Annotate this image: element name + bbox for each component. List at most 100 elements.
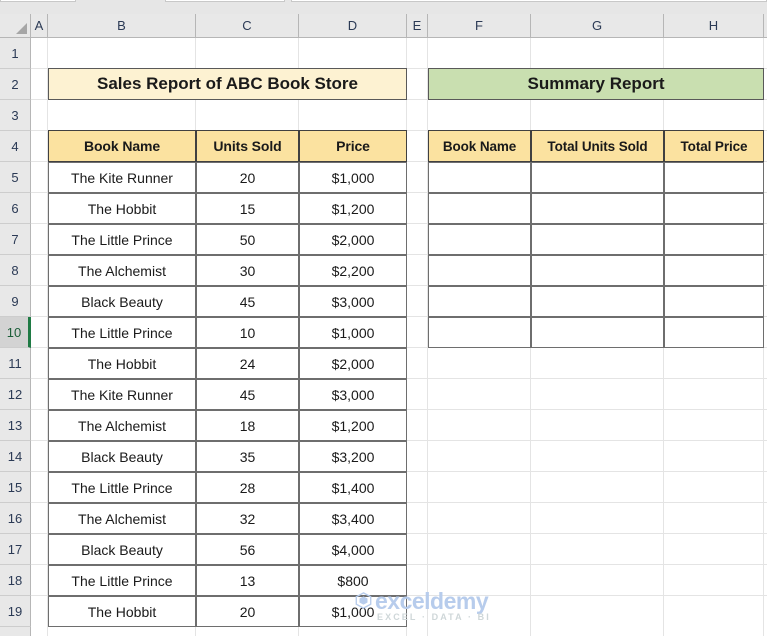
sales-cell-book[interactable]: The Hobbit — [48, 348, 196, 379]
summary-cell-book[interactable] — [428, 224, 531, 255]
summary-header-book-name[interactable]: Book Name — [428, 130, 531, 162]
summary-cell-book[interactable] — [428, 286, 531, 317]
summary-cell-book[interactable] — [428, 317, 531, 348]
sales-cell-units[interactable]: 28 — [196, 472, 299, 503]
sales-cell-book[interactable]: The Kite Runner — [48, 162, 196, 193]
column-header-f[interactable]: F — [428, 14, 531, 38]
sales-header-book-name[interactable]: Book Name — [48, 130, 196, 162]
sales-cell-price[interactable]: $3,000 — [299, 379, 407, 410]
sales-cell-price[interactable]: $1,000 — [299, 317, 407, 348]
sales-cell-price[interactable]: $2,000 — [299, 348, 407, 379]
sales-cell-price[interactable]: $3,000 — [299, 286, 407, 317]
sales-cell-price[interactable]: $3,400 — [299, 503, 407, 534]
column-header-d[interactable]: D — [299, 14, 407, 38]
column-header-b[interactable]: B — [48, 14, 196, 38]
sales-cell-price[interactable]: $3,200 — [299, 441, 407, 472]
sales-cell-units[interactable]: 30 — [196, 255, 299, 286]
row-header-8[interactable]: 8 — [0, 255, 31, 286]
row-header-3[interactable]: 3 — [0, 100, 31, 131]
row-header-2[interactable]: 2 — [0, 69, 31, 100]
row-header-4[interactable]: 4 — [0, 131, 31, 162]
sales-cell-units[interactable]: 45 — [196, 286, 299, 317]
formula-bar-remnant-left[interactable] — [165, 0, 285, 2]
sales-cell-units[interactable]: 56 — [196, 534, 299, 565]
summary-cell-price[interactable] — [664, 286, 764, 317]
summary-cell-units[interactable] — [531, 255, 664, 286]
sales-cell-book[interactable]: The Little Prince — [48, 565, 196, 596]
sales-cell-book[interactable]: The Kite Runner — [48, 379, 196, 410]
summary-cell-units[interactable] — [531, 317, 664, 348]
summary-header-total-units-sold[interactable]: Total Units Sold — [531, 130, 664, 162]
row-header-13[interactable]: 13 — [0, 410, 31, 441]
summary-cell-units[interactable] — [531, 162, 664, 193]
sales-report-title[interactable]: Sales Report of ABC Book Store — [48, 68, 407, 100]
summary-cell-units[interactable] — [531, 193, 664, 224]
sales-cell-price[interactable]: $2,200 — [299, 255, 407, 286]
row-header-7[interactable]: 7 — [0, 224, 31, 255]
sales-cell-book[interactable]: The Hobbit — [48, 193, 196, 224]
row-header-19[interactable]: 19 — [0, 596, 31, 627]
sales-cell-units[interactable]: 20 — [196, 162, 299, 193]
select-all-corner[interactable] — [0, 14, 31, 38]
sales-cell-price[interactable]: $1,400 — [299, 472, 407, 503]
sales-cell-book[interactable]: Black Beauty — [48, 286, 196, 317]
column-header-c[interactable]: C — [196, 14, 299, 38]
sales-cell-units[interactable]: 45 — [196, 379, 299, 410]
sales-cell-price[interactable]: $1,200 — [299, 193, 407, 224]
sales-cell-book[interactable]: The Little Prince — [48, 224, 196, 255]
summary-cell-units[interactable] — [531, 286, 664, 317]
formula-bar-remnant-right[interactable] — [291, 0, 767, 2]
sales-cell-book[interactable]: The Little Prince — [48, 317, 196, 348]
sales-cell-book[interactable]: The Alchemist — [48, 503, 196, 534]
summary-cell-units[interactable] — [531, 224, 664, 255]
row-header-12[interactable]: 12 — [0, 379, 31, 410]
sales-cell-units[interactable]: 50 — [196, 224, 299, 255]
summary-cell-book[interactable] — [428, 193, 531, 224]
sales-cell-book[interactable]: The Little Prince — [48, 472, 196, 503]
sales-cell-units[interactable]: 32 — [196, 503, 299, 534]
row-header-14[interactable]: 14 — [0, 441, 31, 472]
row-header-15[interactable]: 15 — [0, 472, 31, 503]
row-header-9[interactable]: 9 — [0, 286, 31, 317]
summary-header-total-price[interactable]: Total Price — [664, 130, 764, 162]
sales-cell-price[interactable]: $1,000 — [299, 162, 407, 193]
sales-cell-units[interactable]: 20 — [196, 596, 299, 627]
sales-cell-price[interactable]: $1,200 — [299, 410, 407, 441]
sales-header-price[interactable]: Price — [299, 130, 407, 162]
row-header-17[interactable]: 17 — [0, 534, 31, 565]
row-header-18[interactable]: 18 — [0, 565, 31, 596]
sales-cell-units[interactable]: 13 — [196, 565, 299, 596]
summary-cell-price[interactable] — [664, 255, 764, 286]
sales-cell-book[interactable]: The Alchemist — [48, 255, 196, 286]
sales-header-units-sold[interactable]: Units Sold — [196, 130, 299, 162]
summary-report-title[interactable]: Summary Report — [428, 68, 764, 100]
summary-cell-book[interactable] — [428, 162, 531, 193]
row-header-11[interactable]: 11 — [0, 348, 31, 379]
sales-cell-price[interactable]: $4,000 — [299, 534, 407, 565]
sales-cell-book[interactable]: Black Beauty — [48, 534, 196, 565]
sales-cell-units[interactable]: 35 — [196, 441, 299, 472]
column-header-g[interactable]: G — [531, 14, 664, 38]
sales-cell-book[interactable]: The Hobbit — [48, 596, 196, 627]
sales-cell-units[interactable]: 10 — [196, 317, 299, 348]
summary-cell-price[interactable] — [664, 162, 764, 193]
sales-cell-price[interactable]: $2,000 — [299, 224, 407, 255]
sales-cell-units[interactable]: 15 — [196, 193, 299, 224]
column-header-e[interactable]: E — [407, 14, 428, 38]
sales-cell-book[interactable]: Black Beauty — [48, 441, 196, 472]
summary-cell-price[interactable] — [664, 317, 764, 348]
sales-cell-price[interactable]: $800 — [299, 565, 407, 596]
sales-cell-book[interactable]: The Alchemist — [48, 410, 196, 441]
column-header-h[interactable]: H — [664, 14, 764, 38]
row-header-5[interactable]: 5 — [0, 162, 31, 193]
sales-cell-price[interactable]: $1,000 — [299, 596, 407, 627]
row-header-10[interactable]: 10 — [0, 317, 31, 348]
column-header-a[interactable]: A — [31, 14, 48, 38]
sales-cell-units[interactable]: 18 — [196, 410, 299, 441]
name-box-remnant[interactable] — [0, 0, 76, 2]
summary-cell-price[interactable] — [664, 224, 764, 255]
row-header-1[interactable]: 1 — [0, 38, 31, 69]
summary-cell-price[interactable] — [664, 193, 764, 224]
row-header-6[interactable]: 6 — [0, 193, 31, 224]
summary-cell-book[interactable] — [428, 255, 531, 286]
